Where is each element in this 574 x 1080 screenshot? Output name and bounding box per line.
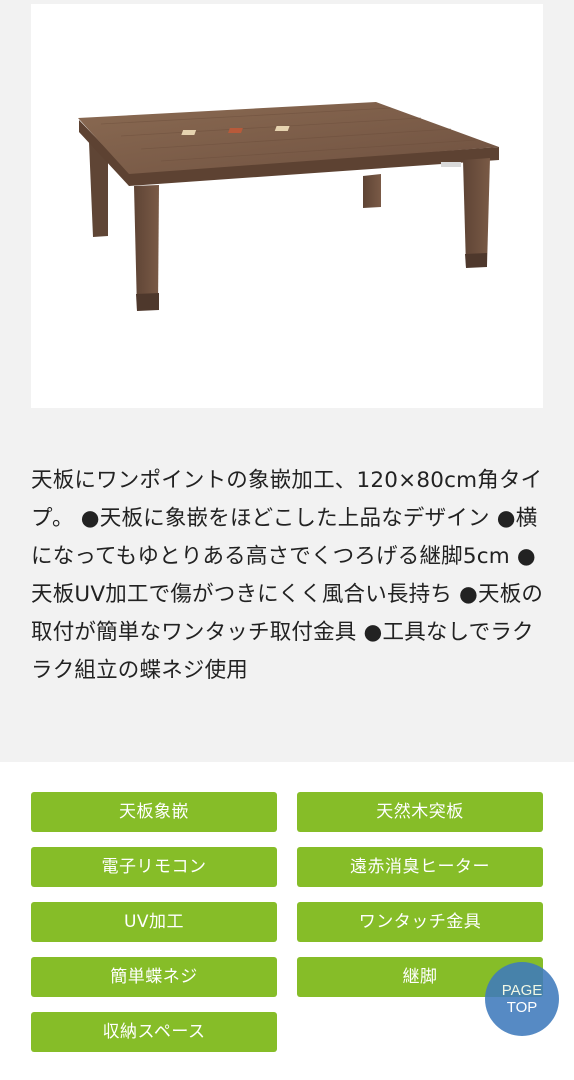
remote-controller xyxy=(441,162,461,167)
front-right-leg xyxy=(463,158,490,267)
inlay-center xyxy=(228,128,243,133)
page-top-button[interactable]: PAGE TOP xyxy=(485,962,559,1036)
tag-natural-wood[interactable]: 天然木突板 xyxy=(297,792,543,832)
tag-storage[interactable]: 収納スペース xyxy=(31,1012,277,1052)
tag-uv[interactable]: UV加工 xyxy=(31,902,277,942)
front-right-leg-extension xyxy=(465,253,487,268)
tag-remote[interactable]: 電子リモコン xyxy=(31,847,277,887)
inlay-left xyxy=(181,130,197,135)
tag-inlay[interactable]: 天板象嵌 xyxy=(31,792,277,832)
product-description: 天板にワンポイントの象嵌加工、120×80cm角タイプ。 ●天板に象嵌をほどこし… xyxy=(31,468,544,683)
product-detail-section: 天板にワンポイントの象嵌加工、120×80cm角タイプ。 ●天板に象嵌をほどこし… xyxy=(0,0,574,762)
tag-heater[interactable]: 遠赤消臭ヒーター xyxy=(297,847,543,887)
front-left-leg xyxy=(134,185,159,310)
tag-one-touch[interactable]: ワンタッチ金具 xyxy=(297,902,543,942)
page-top-line2: TOP xyxy=(506,999,538,1016)
product-image xyxy=(31,4,543,408)
front-left-leg-extension xyxy=(136,293,159,311)
feature-tags: 天板象嵌 天然木突板 電子リモコン 遠赤消臭ヒーター UV加工 ワンタッチ金具 … xyxy=(0,762,574,1080)
page-top-line1: PAGE xyxy=(501,982,543,999)
back-right-leg xyxy=(363,174,381,208)
kotatsu-table-illustration xyxy=(78,102,499,311)
inlay-right xyxy=(274,126,290,131)
tag-butterfly-screw[interactable]: 簡単蝶ネジ xyxy=(31,957,277,997)
